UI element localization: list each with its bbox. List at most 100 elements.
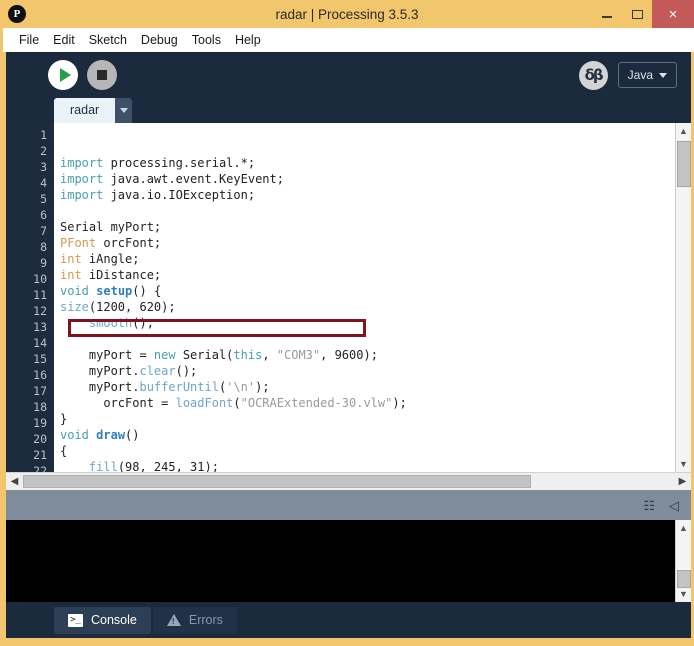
maximize-button[interactable] xyxy=(622,0,652,28)
code-line[interactable]: int iDistance; xyxy=(60,267,675,283)
console-scroll-thumb[interactable] xyxy=(677,570,691,588)
line-number: 4 xyxy=(6,175,54,191)
console-output[interactable] xyxy=(6,520,675,602)
code-line[interactable]: PFont orcFont; xyxy=(60,235,675,251)
run-button[interactable] xyxy=(48,60,78,90)
code-line[interactable]: void draw() xyxy=(60,427,675,443)
debugger-button[interactable]: δβ xyxy=(579,61,608,90)
menu-help[interactable]: Help xyxy=(228,28,268,52)
chevron-left-icon[interactable]: ◀ xyxy=(6,473,23,490)
menu-edit[interactable]: Edit xyxy=(46,28,82,52)
code-token: void xyxy=(60,428,89,442)
chevron-up-icon[interactable]: ▲ xyxy=(676,520,692,536)
code-line[interactable]: fill(98, 245, 31); xyxy=(60,459,675,472)
line-number: 5 xyxy=(6,191,54,207)
line-number: 21 xyxy=(6,447,54,463)
code-line[interactable]: import java.awt.event.KeyEvent; xyxy=(60,171,675,187)
line-number: 2 xyxy=(6,143,54,159)
chevron-right-icon[interactable]: ▶ xyxy=(674,473,691,490)
horizontal-scroll-thumb[interactable] xyxy=(23,475,531,488)
line-number: 11 xyxy=(6,287,54,303)
code-line[interactable] xyxy=(60,203,675,219)
processing-logo-icon: P xyxy=(8,5,26,23)
console-panel: ▲ ▼ xyxy=(6,520,691,602)
menu-debug[interactable]: Debug xyxy=(134,28,185,52)
line-number: 12 xyxy=(6,303,54,319)
menu-file[interactable]: File xyxy=(12,28,46,52)
line-number: 19 xyxy=(6,415,54,431)
tab-errors-label: Errors xyxy=(189,613,223,627)
title-bar: P radar | Processing 3.5.3 × xyxy=(0,0,694,28)
minimize-button[interactable] xyxy=(592,0,622,28)
code-line[interactable]: import processing.serial.*; xyxy=(60,155,675,171)
console-vertical-scrollbar[interactable]: ▲ ▼ xyxy=(675,520,691,602)
code-line[interactable]: myPort = new Serial(this, "COM3", 9600); xyxy=(60,347,675,363)
code-token xyxy=(60,460,89,472)
code-line[interactable]: myPort.bufferUntil('\n'); xyxy=(60,379,675,395)
code-line[interactable]: { xyxy=(60,443,675,459)
code-token: "OCRAExtended-30.vlw" xyxy=(241,396,393,410)
line-number: 3 xyxy=(6,159,54,175)
vertical-scroll-track[interactable] xyxy=(676,139,692,456)
code-line[interactable]: int iAngle; xyxy=(60,251,675,267)
code-token: () xyxy=(125,428,139,442)
tab-errors[interactable]: Errors xyxy=(153,607,237,634)
code-editor[interactable]: 12345678910111213141516171819202122 impo… xyxy=(6,123,691,472)
code-line[interactable]: } xyxy=(60,411,675,427)
menu-tools[interactable]: Tools xyxy=(185,28,228,52)
chevron-down-icon xyxy=(659,73,667,78)
code-line[interactable]: import java.io.IOException; xyxy=(60,187,675,203)
toolbar-right-group: δβ Java xyxy=(579,61,677,90)
sketch-tab-radar[interactable]: radar xyxy=(54,98,115,123)
stop-button[interactable] xyxy=(87,60,117,90)
code-line[interactable] xyxy=(60,331,675,347)
code-token: { xyxy=(60,444,67,458)
toolbar: δβ Java xyxy=(6,52,691,98)
mode-selector[interactable]: Java xyxy=(618,62,677,88)
code-token: ); xyxy=(392,396,406,410)
code-line[interactable]: void setup() { xyxy=(60,283,675,299)
code-token: iAngle; xyxy=(82,252,140,266)
editor-vertical-scrollbar[interactable]: ▲ ▼ xyxy=(675,123,691,472)
tab-console-label: Console xyxy=(91,613,137,627)
code-token: this xyxy=(233,348,262,362)
code-line[interactable]: orcFont = loadFont("OCRAExtended-30.vlw"… xyxy=(60,395,675,411)
close-button[interactable]: × xyxy=(652,0,694,28)
code-text-area[interactable]: import processing.serial.*;import java.a… xyxy=(54,123,675,472)
line-number: 16 xyxy=(6,367,54,383)
console-scroll-track[interactable] xyxy=(676,536,692,586)
code-line[interactable]: smooth(); xyxy=(60,315,675,331)
chevron-down-icon[interactable]: ▼ xyxy=(676,456,692,472)
line-number: 13 xyxy=(6,319,54,335)
editor-horizontal-scrollbar[interactable]: ◀ ▶ xyxy=(6,472,691,490)
triangle-left-icon[interactable]: ◁ xyxy=(669,499,679,512)
code-line[interactable]: Serial myPort; xyxy=(60,219,675,235)
menu-sketch[interactable]: Sketch xyxy=(82,28,134,52)
chevron-down-icon xyxy=(120,108,128,113)
line-number: 10 xyxy=(6,271,54,287)
debugger-glasses-icon: δβ xyxy=(585,66,602,84)
vertical-scroll-thumb[interactable] xyxy=(677,141,691,187)
line-number: 14 xyxy=(6,335,54,351)
code-token: orcFont; xyxy=(96,236,161,250)
chevron-up-icon[interactable]: ▲ xyxy=(676,123,692,139)
play-icon xyxy=(60,68,71,82)
chevron-down-icon[interactable]: ▼ xyxy=(676,586,692,602)
code-line[interactable]: size(1200, 620); xyxy=(60,299,675,315)
sketch-tab-bar: radar xyxy=(6,98,691,123)
editor-console-divider[interactable]: ☷ ◁ xyxy=(6,490,691,520)
line-number: 7 xyxy=(6,223,54,239)
code-token: orcFont = xyxy=(60,396,176,410)
tab-console[interactable]: >_ Console xyxy=(54,607,151,634)
window-controls: × xyxy=(592,0,694,28)
horizontal-scroll-track[interactable] xyxy=(23,473,674,490)
tab-menu-button[interactable] xyxy=(115,98,132,123)
code-token: (); xyxy=(132,316,154,330)
code-line[interactable]: myPort.clear(); xyxy=(60,363,675,379)
line-number-gutter: 12345678910111213141516171819202122 xyxy=(6,123,54,472)
code-token: () { xyxy=(132,284,161,298)
code-token: (); xyxy=(176,364,198,378)
terminal-icon: >_ xyxy=(68,614,83,627)
drag-region-icon[interactable]: ☷ xyxy=(643,499,655,512)
window-title: radar | Processing 3.5.3 xyxy=(0,7,694,22)
